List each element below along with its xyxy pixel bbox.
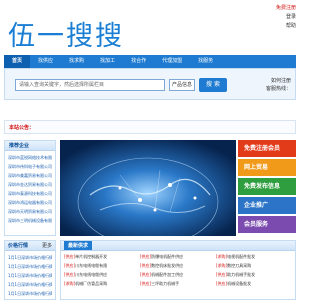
list-item-text: 机械配件加工供应 (151, 272, 184, 277)
list-item-tag: [供应] (64, 254, 76, 259)
list-item-tag: [求购] (216, 263, 228, 268)
nav-agency[interactable]: 代理加盟 (154, 55, 190, 68)
announcement-label: 本站公告： (9, 125, 35, 131)
list-item[interactable]: [供应]三坪助力机械手 (140, 279, 216, 288)
list-item[interactable]: [供应]川东电线电缆供应 (64, 270, 140, 279)
company-link[interactable]: 深圳市金达贸易有限公司 (8, 180, 52, 189)
list-item-text: 数控机床批发供应 (151, 263, 184, 268)
list-item-tag: [求购] (216, 254, 228, 259)
panel-title: 最新供求 (64, 241, 93, 250)
list-item-text: 机械厂仿冒品采购 (75, 281, 108, 286)
price-item[interactable]: 1月1日深圳市场价格行情 (8, 289, 52, 298)
company-link[interactable]: 深圳市鸿运电器有限公司 (8, 198, 52, 207)
search-bar: 请输入查询关键字，然后选择所属栏目 产品信息 搜 索 如何注册 客服热线： (4, 68, 296, 100)
ad-publish[interactable]: 免费发布信息 (238, 178, 296, 195)
list-item-text: 数控刀具采购 (227, 263, 252, 268)
company-link[interactable]: 深圳市天明贸易有限公司 (8, 207, 52, 216)
panel-title: 价格行情 (8, 243, 29, 249)
list-item-tag: [供应] (64, 272, 76, 277)
list-item-tag: [供应] (216, 272, 228, 277)
list-item-tag: [供应] (216, 281, 228, 286)
company-link[interactable]: 深圳市蓝锐网络技术有限公司 (8, 153, 52, 162)
header: 伍一搜搜 免费注册 登录 帮助 (0, 0, 300, 55)
login-link[interactable]: 登录 (276, 13, 296, 22)
list-item[interactable]: [供应]数控机床批发供应 (140, 261, 216, 270)
more-link[interactable]: 更多 (42, 241, 52, 250)
list-item-text: 机械设备批发 (227, 281, 252, 286)
price-item[interactable]: 1月1日深圳市场价格行情 (8, 280, 52, 289)
ad-member[interactable]: 会员服务 (238, 216, 296, 233)
panel-title: 推荐企业 (5, 141, 55, 151)
list-item-tag: [供应] (140, 263, 152, 268)
list-item-text: 助力机械手批发 (227, 272, 256, 277)
register-link[interactable]: 免费注册 (276, 4, 296, 13)
top-links: 免费注册 登录 帮助 (276, 4, 296, 31)
nav-service[interactable]: 找服务 (190, 55, 221, 68)
nav-home[interactable]: 首页 (4, 55, 31, 68)
list-item[interactable]: [求购]电视机配件批发 (216, 252, 292, 261)
recommended-companies-panel: 推荐企业 深圳市蓝锐网络技术有限公司 深圳市伟科电子有限公司 深圳市美嘉贸易有限… (4, 140, 56, 236)
list-item-text: 三坪助力机械手 (151, 281, 180, 286)
ad-register[interactable]: 免费注册会员 (238, 140, 296, 157)
search-input[interactable]: 请输入查询关键字，然后选择所属栏目 (15, 79, 165, 91)
list-item[interactable]: [供应]机械设备批发 (216, 279, 292, 288)
ad-promotion[interactable]: 企业推广 (238, 197, 296, 214)
list-item-tag: [求购] (64, 281, 76, 286)
side-ads: 免费注册会员 网上贸易 免费发布信息 企业推广 会员服务 (238, 140, 296, 236)
company-link[interactable]: 深圳市美嘉贸易有限公司 (8, 171, 52, 180)
list-item-text: 川东电线电缆有限 (75, 263, 108, 268)
globe-banner[interactable] (60, 140, 236, 236)
list-item-text: 单片机控制器开发 (75, 254, 108, 259)
list-item-text: 防爆电机配件供应 (151, 254, 184, 259)
nav-cooperate[interactable]: 找合作 (123, 55, 154, 68)
latest-panel: 最新供求 [供应]单片机控制器开发 [供应]防爆电机配件供应 [求购]电视机配件… (60, 240, 296, 300)
list-item[interactable]: [求购]机械厂仿冒品采购 (64, 279, 140, 288)
nav-demand[interactable]: 找求购 (61, 55, 92, 68)
main-nav: 首页 找供应 找求购 找加工 找合作 代理加盟 找服务 (4, 55, 296, 68)
list-item[interactable]: [供应]防爆电机配件供应 (140, 252, 216, 261)
company-link[interactable]: 深圳市泰源科技有限公司 (8, 189, 52, 198)
list-item[interactable]: [供应]机械配件加工供应 (140, 270, 216, 279)
list-item-text: 电视机配件批发 (227, 254, 256, 259)
list-item-tag: [供应] (140, 254, 152, 259)
register-help-link[interactable]: 如何注册 (266, 77, 291, 85)
help-link[interactable]: 帮助 (276, 22, 296, 31)
ad-trade[interactable]: 网上贸易 (238, 159, 296, 176)
company-link[interactable]: 深圳市伟科电子有限公司 (8, 162, 52, 171)
globe-banner-image (60, 140, 236, 236)
hotline-info: 如何注册 客服热线： (266, 77, 291, 93)
price-item[interactable]: 1月1日深圳市场价格行情 (8, 253, 52, 262)
list-item[interactable]: [供应]助力机械手批发 (216, 270, 292, 279)
company-link[interactable]: 深圳市三明机械设备有限公司 (8, 216, 52, 225)
list-item[interactable]: [求购]数控刀具采购 (216, 261, 292, 270)
list-item-text: 川东电线电缆供应 (75, 272, 108, 277)
list-item-tag: [供应] (64, 263, 76, 268)
list-item-tag: [供应] (140, 272, 152, 277)
list-item-tag: [供应] (140, 281, 152, 286)
nav-process[interactable]: 找加工 (92, 55, 123, 68)
category-select[interactable]: 产品信息 (169, 79, 195, 91)
search-button[interactable]: 搜 索 (199, 78, 227, 92)
list-item[interactable]: [供应]川东电线电缆有限 (64, 261, 140, 270)
price-item[interactable]: 1月1日深圳市场价格行情 (8, 262, 52, 271)
list-item[interactable]: [供应]单片机控制器开发 (64, 252, 140, 261)
site-logo[interactable]: 伍一搜搜 (8, 14, 124, 53)
nav-supply[interactable]: 找供应 (30, 55, 61, 68)
price-item[interactable]: 1月1日深圳市场价格行情 (8, 271, 52, 280)
announcement-bar: 本站公告： (4, 120, 296, 134)
price-panel: 价格行情 更多 1月1日深圳市场价格行情 1月1日深圳市场价格行情 1月1日深圳… (4, 240, 56, 300)
hotline-label: 客服热线： (265, 86, 291, 92)
